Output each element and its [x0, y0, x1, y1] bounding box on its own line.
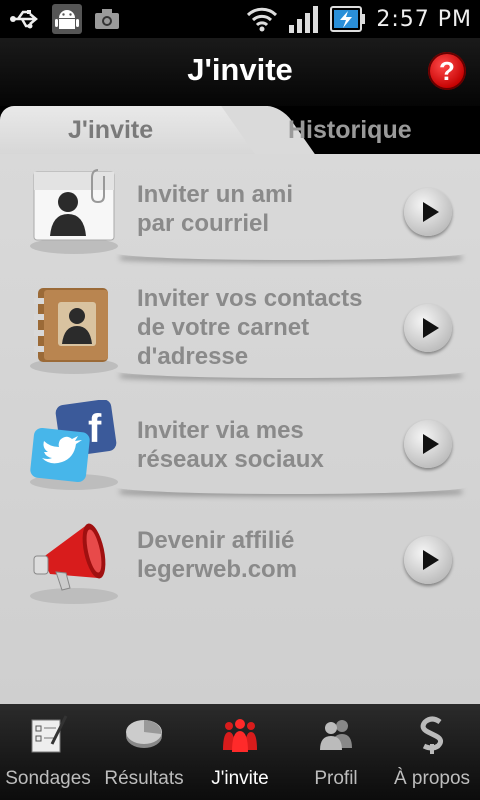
nav-jinvite-label: J'invite: [211, 768, 269, 789]
affiliate-line1: Devenir affilié: [137, 527, 295, 554]
nav-profil-label: Profil: [314, 768, 358, 789]
affiliate-play-button[interactable]: [404, 536, 452, 584]
address-book-invite-play-button[interactable]: [404, 304, 452, 352]
email-invite-text: Inviter un ami par courriel: [137, 180, 387, 238]
email-invite-line2: par courriel: [137, 210, 270, 237]
email-invite-line1: Inviter un ami: [137, 181, 294, 208]
wifi-icon: [247, 7, 278, 32]
row-divider: [116, 480, 466, 494]
android-debug-icon: [52, 4, 82, 34]
usb-icon: [10, 10, 38, 29]
list-item-address-book-invite[interactable]: Inviter vos contacts de votre carnet d'a…: [0, 280, 480, 392]
list-item-affiliate[interactable]: Devenir affilié legerweb.com: [0, 514, 480, 614]
page-title: J'invite: [187, 52, 293, 87]
affiliate-line2: legerweb.com: [137, 556, 298, 583]
tab-bar: J'invite Historique: [0, 106, 480, 154]
app-header: J'invite ?: [0, 38, 480, 106]
address-book-invite-line1: Inviter vos contacts: [137, 285, 363, 312]
social-invite-play-button[interactable]: [404, 420, 452, 468]
svg-text:f: f: [88, 407, 102, 451]
about-logo-icon: [420, 716, 444, 754]
social-invite-text: Inviter via mes réseaux sociaux: [137, 416, 387, 474]
status-time: 2:57 PM: [376, 6, 472, 32]
nav-resultats[interactable]: Résultats: [96, 704, 192, 800]
address-book-invite-line2: de votre carnet: [137, 314, 310, 341]
affiliate-text: Devenir affilié legerweb.com: [137, 526, 387, 584]
bottom-navigation: Sondages Résultats J'invite Profil À pro…: [0, 704, 480, 800]
row-divider: [116, 364, 466, 378]
tab-jinvite-label[interactable]: J'invite: [68, 116, 153, 145]
email-invite-play-button[interactable]: [404, 188, 452, 236]
megaphone-icon: [30, 523, 118, 604]
profile-icon: [320, 720, 352, 750]
camera-icon: [95, 9, 119, 29]
nav-a-propos-label: À propos: [393, 768, 471, 789]
tab-historique[interactable]: Historique: [288, 116, 412, 145]
social-invite-line1: Inviter via mes: [137, 417, 304, 444]
nav-a-propos[interactable]: À propos: [384, 704, 480, 800]
social-invite-line2: réseaux sociaux: [137, 446, 324, 473]
address-book-icon: [30, 288, 118, 374]
row-divider: [116, 246, 466, 260]
people-icon: [223, 719, 257, 752]
nav-profil[interactable]: Profil: [288, 704, 384, 800]
pie-chart-icon: [126, 720, 162, 748]
nav-jinvite[interactable]: J'invite: [192, 704, 288, 800]
social-networks-icon: f: [30, 400, 118, 490]
contact-card-icon: [30, 169, 118, 254]
invite-options-list: Inviter un ami par courriel Inviter vos …: [0, 154, 480, 704]
help-button[interactable]: ?: [428, 52, 466, 90]
status-bar: 2:57 PM: [0, 0, 480, 38]
signal-icon: [289, 6, 319, 33]
survey-icon: [31, 715, 68, 753]
nav-resultats-label: Résultats: [104, 768, 184, 789]
list-item-email-invite[interactable]: Inviter un ami par courriel: [0, 164, 480, 264]
list-item-social-invite[interactable]: f Inviter via mes réseaux sociaux: [0, 400, 480, 500]
address-book-invite-text: Inviter vos contacts de votre carnet d'a…: [137, 284, 387, 371]
nav-sondages-label: Sondages: [5, 768, 91, 789]
battery-charging-icon: [330, 6, 366, 32]
nav-sondages[interactable]: Sondages: [0, 704, 96, 800]
